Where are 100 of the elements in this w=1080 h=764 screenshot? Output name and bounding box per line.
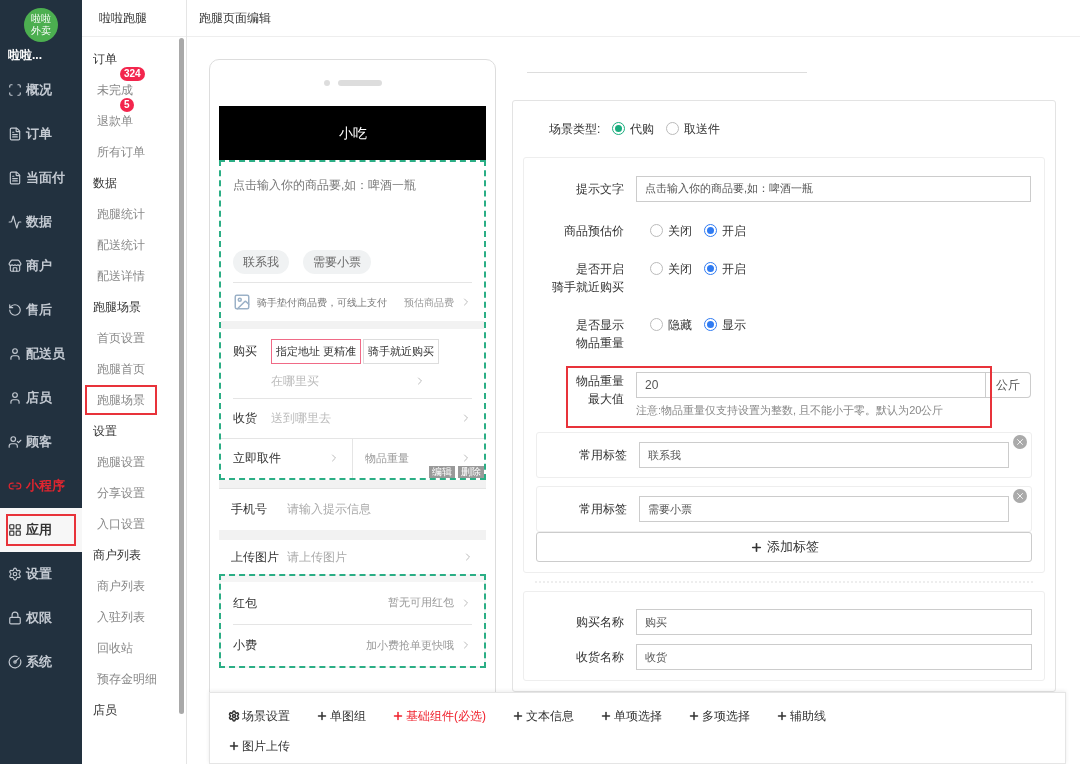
submenu-group-title: 订单 [93, 51, 117, 66]
submenu-group-title: 设置 [93, 423, 117, 438]
user-icon [8, 391, 22, 405]
add-component-button[interactable]: 单图组 [316, 707, 366, 725]
row-label: 红包 [233, 594, 257, 612]
add-component-button[interactable]: 基础组件(必选) [392, 707, 486, 725]
sidebar-item[interactable]: 应用 [0, 508, 82, 552]
submenu-item[interactable]: 配送统计 [85, 237, 157, 252]
sidebar-item[interactable]: 权限 [0, 596, 82, 640]
image-icon [233, 293, 251, 311]
sidebar-label: 概况 [26, 81, 52, 100]
sidebar-item[interactable]: 店员 [0, 376, 82, 420]
sidebar-label: 订单 [26, 125, 52, 144]
radio-option[interactable]: 取送件 [666, 119, 721, 138]
row-label: 小费 [233, 637, 257, 654]
radio-option[interactable]: 关闭 [650, 221, 692, 240]
weight-input[interactable]: 20 [636, 371, 986, 398]
radio-option[interactable]: 开启 [704, 259, 746, 278]
submenu-item[interactable]: 跑腿设置 [85, 454, 157, 469]
sidebar-label: 商户 [26, 257, 52, 276]
logo: 啦啦 外卖 [24, 8, 58, 42]
phone-header: 小吃 [219, 106, 486, 160]
field-label: 常用标签 [578, 501, 627, 518]
add-tag-button[interactable]: 添加标签 [536, 532, 1032, 562]
add-component-button[interactable]: 单项选择 [600, 707, 662, 725]
submenu-item[interactable]: 配送详情 [85, 268, 157, 283]
radio-option[interactable]: 开启 [704, 221, 746, 240]
sidebar-item[interactable]: 顾客 [0, 420, 82, 464]
scrollbar[interactable] [179, 38, 184, 714]
plus-icon [688, 710, 700, 722]
lock-icon [8, 611, 22, 625]
sidebar-item[interactable]: 售后 [0, 288, 82, 332]
sidebar-item[interactable]: 概况 [0, 68, 82, 112]
submenu-item[interactable]: 预存金明细 [85, 671, 169, 686]
submenu-item[interactable]: 跑腿统计 [85, 206, 157, 221]
submenu-item[interactable]: 未完成 [85, 82, 145, 97]
add-component-button[interactable]: 文本信息 [512, 707, 574, 725]
tag-input[interactable]: 需要小票 [639, 496, 1009, 522]
tag-chip[interactable]: 联系我 [233, 250, 289, 274]
sidebar-item[interactable]: 商户 [0, 244, 82, 288]
field-label: 场景类型: [549, 120, 601, 138]
add-component-button[interactable]: 场景设置 [228, 707, 290, 725]
advance-text: 骑手垫付商品费，可线上支付 [257, 295, 387, 310]
textarea-placeholder[interactable]: 点击输入你的商品要,如：啤酒一瓶 [233, 162, 472, 250]
row-label: 手机号 [231, 501, 267, 518]
radio-option[interactable]: 关闭 [650, 259, 692, 278]
radio-option[interactable]: 显示 [704, 315, 746, 334]
store-icon [8, 259, 22, 273]
submenu-item[interactable]: 跑腿首页 [85, 361, 157, 376]
sidebar-label: 应用 [26, 521, 52, 540]
sidebar-item[interactable]: 设置 [0, 552, 82, 596]
submenu-item[interactable]: 分享设置 [85, 485, 157, 500]
submenu-item[interactable]: 商户列表 [85, 578, 157, 593]
radio-option[interactable]: 代购 [612, 119, 655, 138]
tag-input[interactable]: 联系我 [639, 442, 1009, 468]
plus-icon [600, 710, 612, 722]
field-note: 注意:物品重量仅支持设置为整数, 且不能小于零。默认为20公斤 [636, 402, 945, 418]
submenu-item[interactable]: 退款单 [85, 113, 145, 128]
close-icon[interactable] [1013, 435, 1027, 449]
plus-icon [392, 710, 404, 722]
submenu-item[interactable]: 所有订单 [85, 144, 157, 159]
option-button[interactable]: 骑手就近购买 [363, 339, 440, 364]
radio-option[interactable]: 隐藏 [650, 315, 692, 334]
sidebar-item[interactable]: 配送员 [0, 332, 82, 376]
field-label: 收货名称 [575, 649, 624, 666]
submenu-group-title: 数据 [93, 175, 117, 190]
submenu-item[interactable]: 跑腿场景 [85, 384, 157, 415]
submenu-group-title: 店员 [93, 702, 117, 717]
field-label: 购买名称 [575, 614, 624, 631]
submenu-group-title: 商户列表 [93, 547, 141, 562]
sidebar-item[interactable]: 数据 [0, 200, 82, 244]
submenu-item[interactable]: 入口设置 [85, 516, 157, 531]
name-input[interactable]: 收货 [636, 644, 1032, 670]
submenu-item[interactable]: 首页设置 [85, 330, 157, 345]
field-label: 提示文字 [575, 180, 624, 198]
option-button[interactable]: 指定地址 更精准 [271, 339, 362, 364]
sidebar-item[interactable]: 订单 [0, 112, 82, 156]
name-input[interactable]: 购买 [636, 609, 1032, 635]
submenu-item[interactable]: 入驻列表 [85, 609, 157, 624]
plus-icon [228, 740, 240, 752]
sidebar-label: 顾客 [26, 433, 52, 452]
tag-chip[interactable]: 需要小票 [303, 250, 371, 274]
plus-icon [749, 540, 763, 554]
sidebar-item[interactable]: 当面付 [0, 156, 82, 200]
sidebar-label: 当面付 [26, 169, 65, 188]
submenu-title: 啦啦跑腿 [82, 0, 186, 37]
unit-addon: 公斤 [986, 371, 1031, 398]
plus-icon [512, 710, 524, 722]
field-label: 物品重量 最大值 [575, 372, 624, 408]
user-icon [8, 435, 22, 449]
plus-icon [776, 710, 788, 722]
close-icon[interactable] [1013, 489, 1027, 503]
text-input[interactable]: 点击输入你的商品要,如：啤酒一瓶 [636, 175, 1031, 202]
sidebar-label: 售后 [26, 301, 52, 320]
submenu-item[interactable]: 回收站 [85, 640, 145, 655]
sidebar-item[interactable]: 系统 [0, 640, 82, 684]
add-component-button[interactable]: 多项选择 [688, 707, 750, 725]
add-component-button[interactable]: 图片上传 [228, 737, 290, 755]
add-component-button[interactable]: 辅助线 [776, 707, 826, 725]
pickup-label[interactable]: 立即取件 [233, 449, 281, 467]
